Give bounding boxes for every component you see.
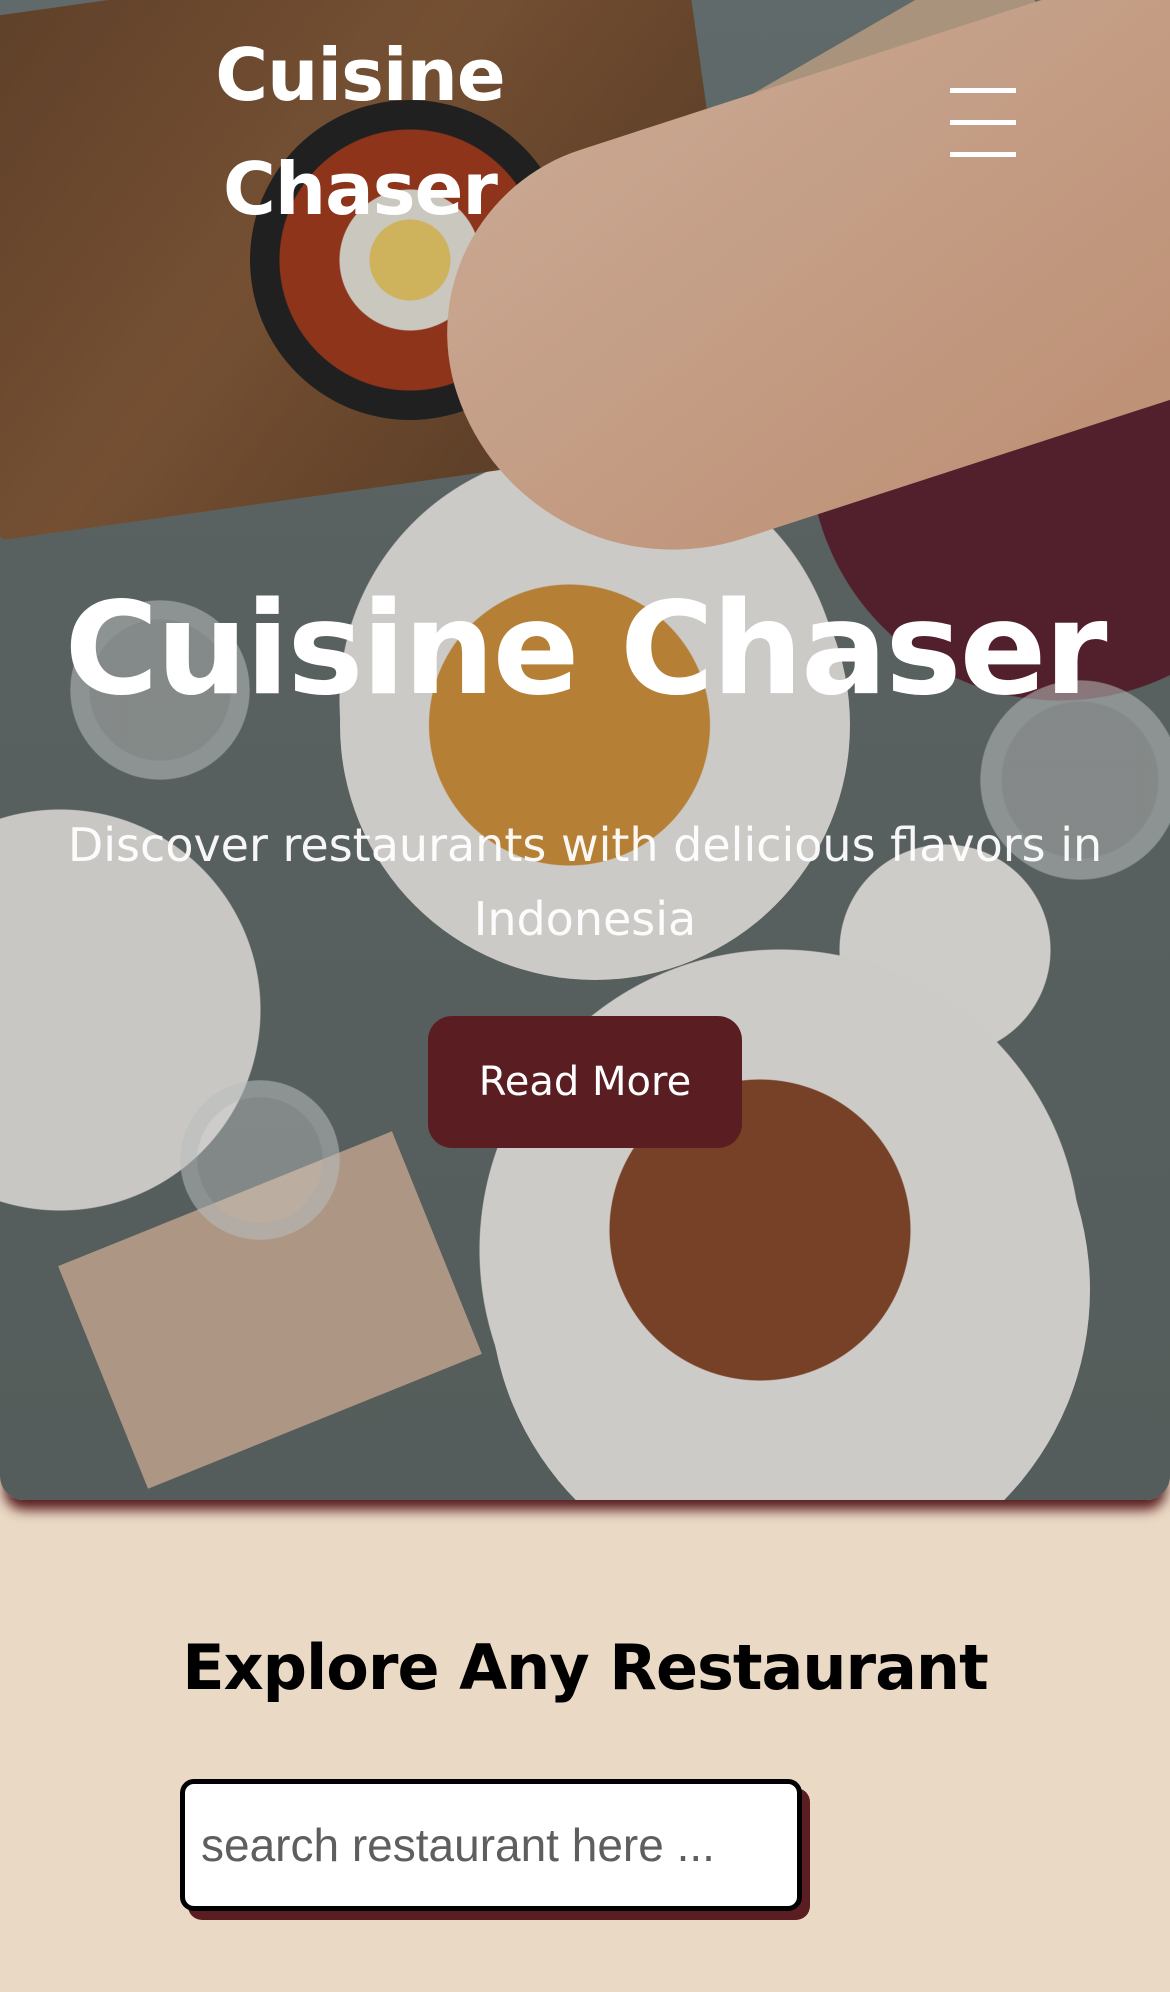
menu-bar [950, 88, 1016, 93]
menu-bar [950, 120, 1016, 125]
search-restaurant-input[interactable] [180, 1779, 802, 1911]
hero-title: Cuisine Chaser [64, 575, 1107, 724]
hero-overlay [0, 0, 1170, 1500]
hamburger-menu-icon[interactable] [944, 88, 1016, 160]
menu-bar [950, 152, 1016, 157]
explore-section-title: Explore Any Restaurant [182, 1631, 988, 1704]
read-more-button[interactable]: Read More [428, 1016, 742, 1148]
hero-banner: Cuisine Chaser Cuisine Chaser Discover r… [0, 0, 1170, 1500]
brand-logo-text[interactable]: Cuisine Chaser [200, 18, 520, 246]
hero-subtitle: Discover restaurants with delicious flav… [67, 818, 1103, 946]
